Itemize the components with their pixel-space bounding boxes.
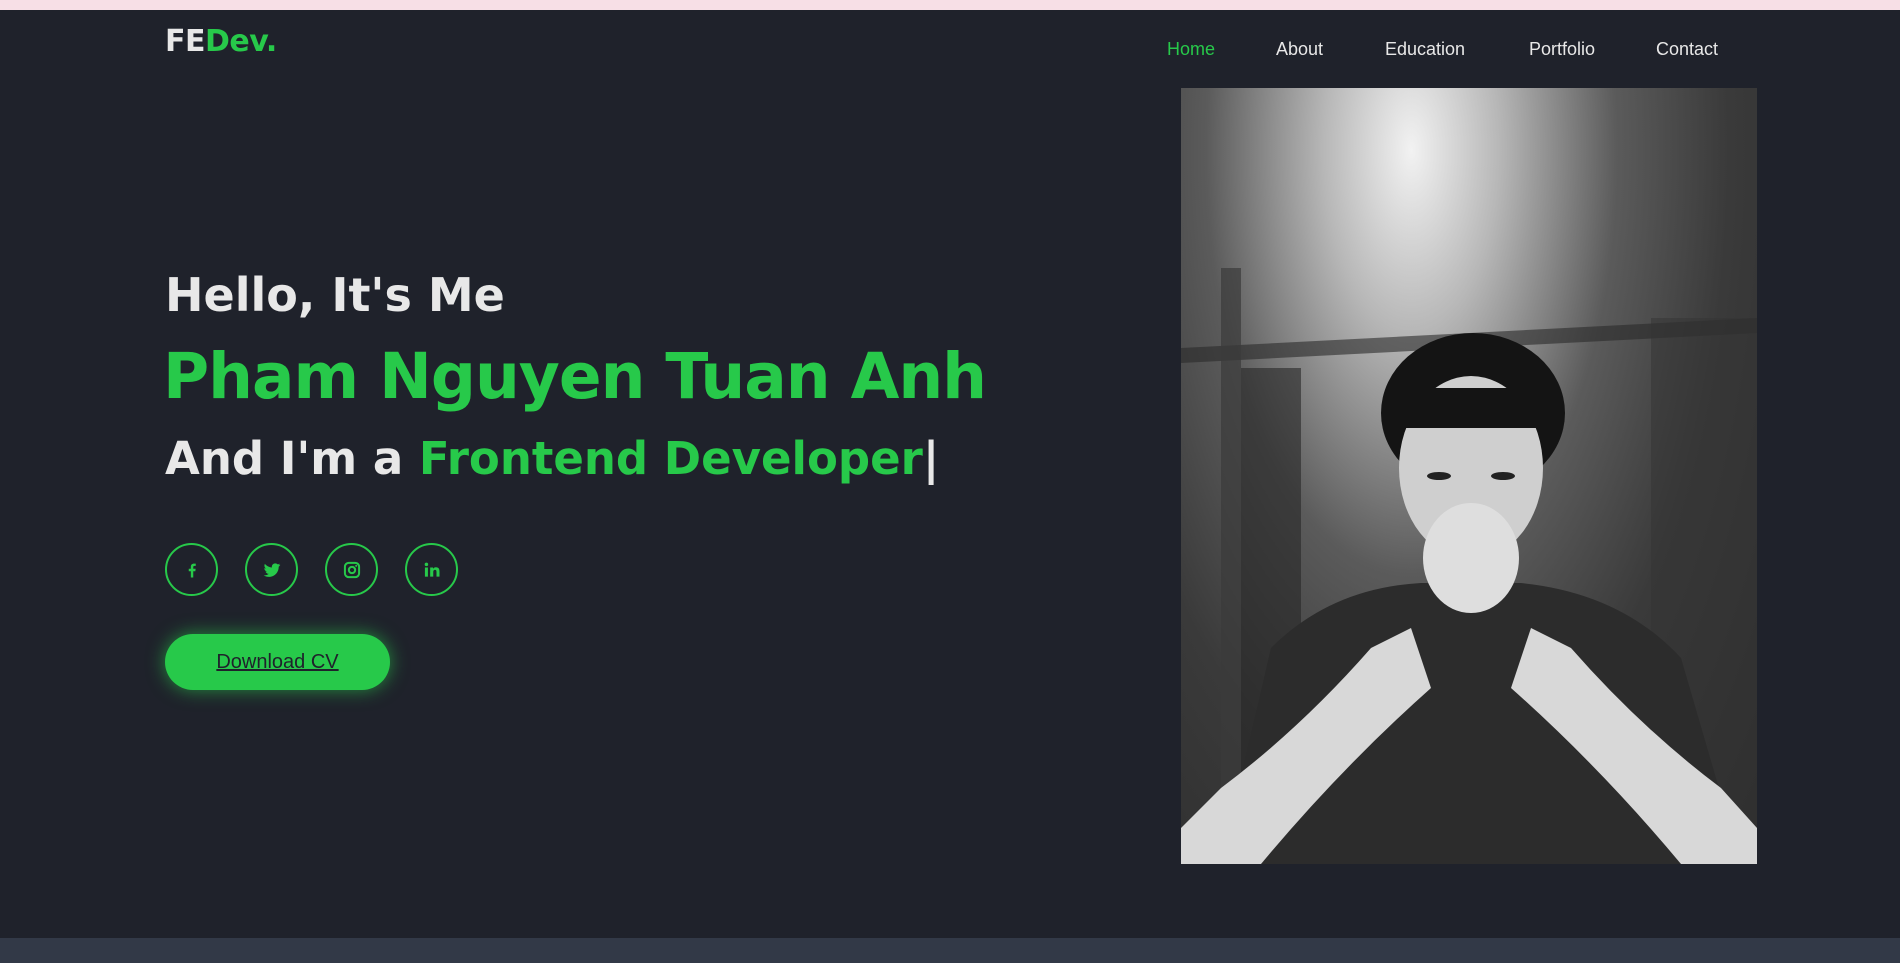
linkedin-icon (424, 562, 439, 577)
top-strip (0, 0, 1900, 10)
twitter-link[interactable] (245, 543, 298, 596)
nav-link-contact[interactable]: Contact (1656, 39, 1718, 60)
download-cv-button[interactable]: Download CV (165, 634, 390, 690)
twitter-icon (263, 562, 280, 577)
main-nav: Home About Education Portfolio Contact (1140, 29, 1740, 69)
logo-text-dev: Dev. (205, 24, 277, 59)
typing-cursor: | (922, 432, 940, 485)
profile-photo-illustration (1181, 268, 1757, 864)
nav-link-education[interactable]: Education (1385, 39, 1465, 60)
hero-greeting: Hello, It's Me (165, 268, 505, 322)
profile-photo (1181, 88, 1757, 864)
logo[interactable]: FEDev. (165, 24, 277, 59)
hero-role-highlight: Frontend Developer (418, 432, 923, 485)
facebook-icon (188, 563, 196, 577)
instagram-link[interactable] (325, 543, 378, 596)
linkedin-link[interactable] (405, 543, 458, 596)
logo-text-fe: FE (165, 24, 206, 59)
nav-link-home[interactable]: Home (1167, 39, 1215, 60)
hero-name: Pham Nguyen Tuan Anh (163, 340, 987, 413)
hero-role: And I'm a Frontend Developer| (165, 432, 939, 485)
facebook-link[interactable] (165, 543, 218, 596)
nav-link-portfolio[interactable]: Portfolio (1529, 39, 1595, 60)
nav-link-about[interactable]: About (1276, 39, 1323, 60)
instagram-icon (343, 561, 360, 578)
next-section-edge (0, 938, 1900, 963)
social-links (165, 543, 565, 597)
hero-role-prefix: And I'm a (165, 432, 419, 485)
